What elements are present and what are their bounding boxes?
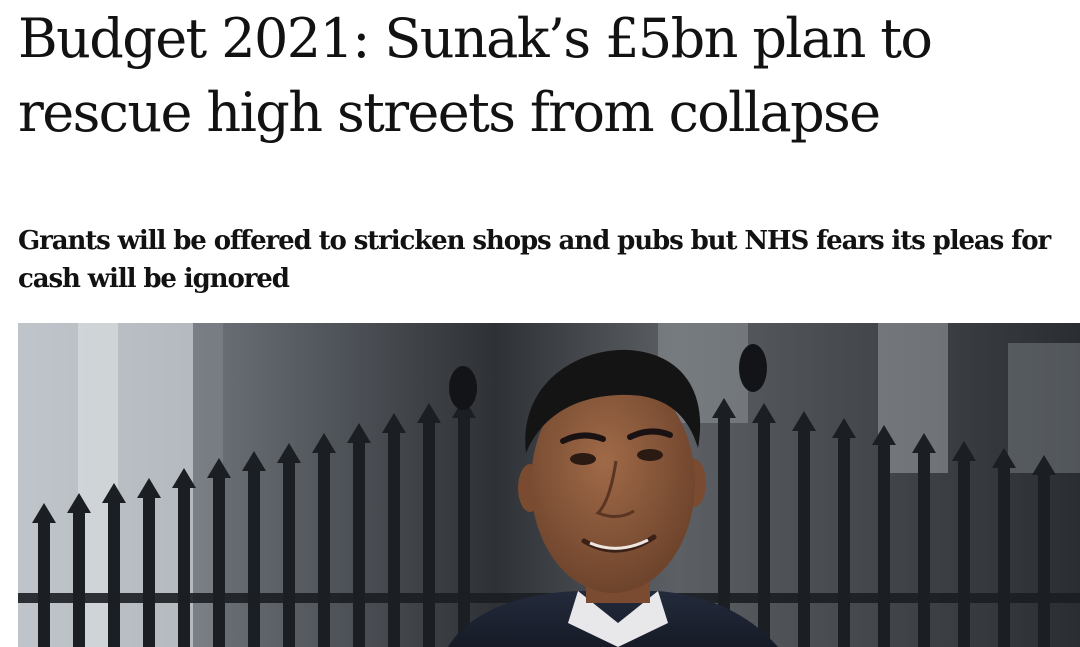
standfirst: Grants will be offered to stricken shops… bbox=[18, 226, 1051, 294]
headline: Budget 2021: Sunak’s £5bn plan to rescue… bbox=[18, 7, 933, 144]
photo-illustration bbox=[18, 323, 1080, 647]
article-photo[interactable] bbox=[18, 323, 1080, 647]
article: Budget 2021: Sunak’s £5bn plan to rescue… bbox=[0, 0, 1080, 647]
